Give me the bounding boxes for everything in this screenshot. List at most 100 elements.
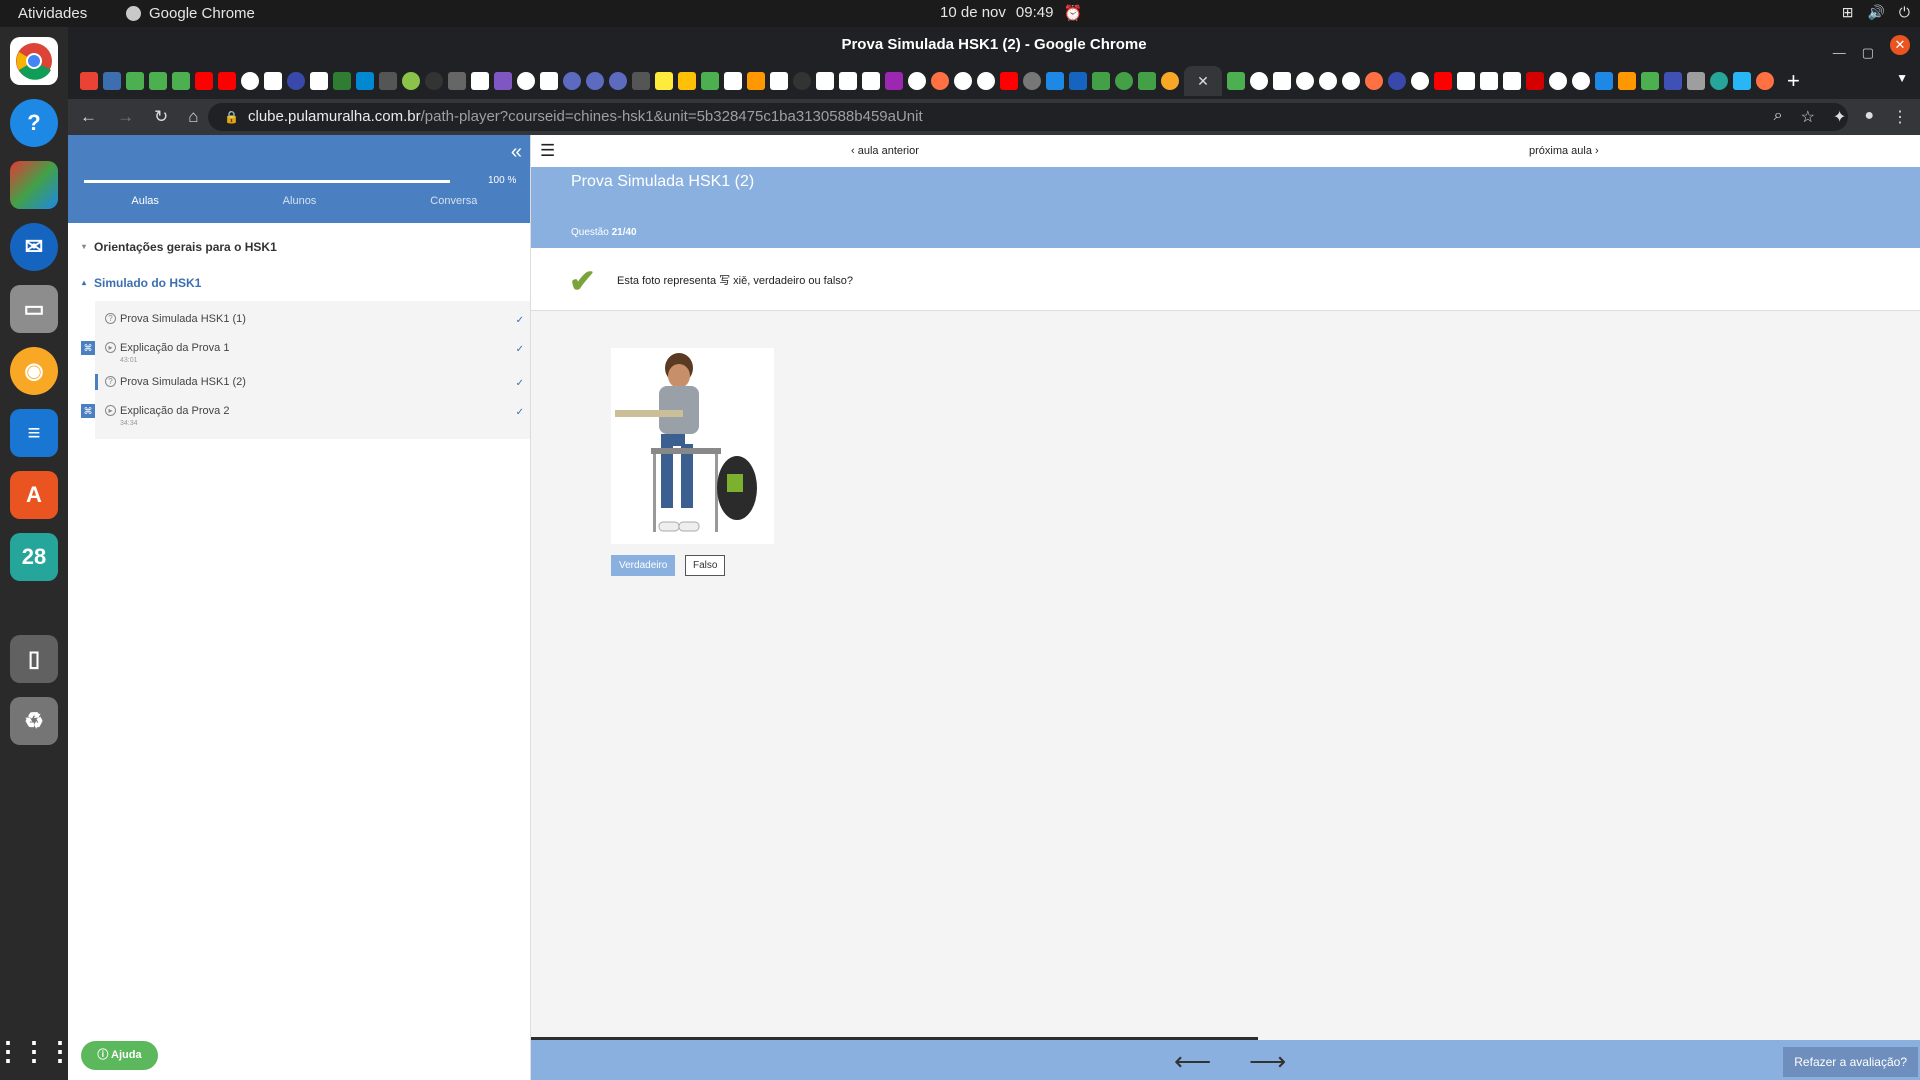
help-dock-icon[interactable]: ? <box>10 99 58 147</box>
tab-conversa[interactable]: Conversa <box>377 185 531 235</box>
forward-button[interactable]: → <box>117 107 134 127</box>
tab-favicon[interactable] <box>931 72 949 90</box>
files-dock-icon[interactable]: ▭ <box>10 285 58 333</box>
help-button[interactable]: ⓘ Ajuda <box>81 1041 158 1070</box>
rhythmbox-dock-icon[interactable]: ◉ <box>10 347 58 395</box>
calendar-dock-icon[interactable]: 28 <box>10 533 58 581</box>
tab-favicon[interactable] <box>724 72 742 90</box>
tab-favicon[interactable] <box>379 72 397 90</box>
tab-favicon[interactable] <box>80 72 98 90</box>
close-window-button[interactable]: ✕ <box>1890 35 1910 55</box>
tab-favicon[interactable] <box>1319 72 1337 90</box>
previous-lesson-link[interactable]: ‹ aula anterior <box>851 145 919 157</box>
tab-favicon[interactable] <box>1411 72 1429 90</box>
tab-favicon[interactable] <box>402 72 420 90</box>
tab-favicon[interactable] <box>1388 72 1406 90</box>
tab-favicon[interactable] <box>586 72 604 90</box>
tab-favicon[interactable] <box>609 72 627 90</box>
tab-favicon[interactable] <box>1250 72 1268 90</box>
tab-favicon[interactable] <box>770 72 788 90</box>
tab-favicon[interactable] <box>195 72 213 90</box>
previous-question-arrow[interactable]: ⟵ <box>1174 1046 1211 1077</box>
lesson-item[interactable]: ? Prova Simulada HSK1 (1) ✓ <box>95 307 530 336</box>
tab-favicon[interactable] <box>1549 72 1567 90</box>
tab-favicon[interactable] <box>701 72 719 90</box>
tab-favicon[interactable] <box>287 72 305 90</box>
attachment-icon[interactable]: ⌘ <box>81 341 95 355</box>
lesson-item-active[interactable]: ? Prova Simulada HSK1 (2) ✓ <box>95 370 530 399</box>
chrome-menu-icon[interactable]: ⋮ <box>1892 107 1908 127</box>
thunderbird-dock-icon[interactable]: ✉ <box>10 223 58 271</box>
tab-favicon[interactable] <box>1046 72 1064 90</box>
chrome-dock-icon[interactable] <box>10 37 58 85</box>
tab-favicon[interactable] <box>1595 72 1613 90</box>
tab-favicon[interactable] <box>1526 72 1544 90</box>
tab-favicon[interactable] <box>1161 72 1179 90</box>
answer-true-button[interactable]: Verdadeiro <box>611 555 676 576</box>
tab-aulas[interactable]: Aulas <box>68 185 222 235</box>
url-field[interactable]: 🔒 clube.pulamuralha.com.br/path-player?c… <box>208 103 1848 131</box>
tab-favicon[interactable] <box>1342 72 1360 90</box>
tab-favicon[interactable] <box>1641 72 1659 90</box>
tab-favicon[interactable] <box>563 72 581 90</box>
tab-favicon[interactable] <box>1365 72 1383 90</box>
tab-favicon[interactable] <box>310 72 328 90</box>
tab-favicon[interactable] <box>1273 72 1291 90</box>
tab-favicon[interactable] <box>1710 72 1728 90</box>
collapse-sidebar-icon[interactable]: « <box>511 141 522 164</box>
section-simulado[interactable]: Simulado do HSK1 <box>68 265 530 301</box>
tab-favicon[interactable] <box>1503 72 1521 90</box>
tab-favicon[interactable] <box>793 72 811 90</box>
tab-favicon[interactable] <box>862 72 880 90</box>
activities-button[interactable]: Atividades <box>18 5 87 22</box>
tab-favicon[interactable] <box>1664 72 1682 90</box>
bookmark-star-icon[interactable]: ☆ <box>1801 107 1815 127</box>
tab-favicon[interactable] <box>1756 72 1774 90</box>
profile-avatar[interactable]: ● <box>1864 107 1874 127</box>
tab-favicon[interactable] <box>218 72 236 90</box>
tab-favicon[interactable] <box>494 72 512 90</box>
tab-favicon[interactable] <box>126 72 144 90</box>
writer-dock-icon[interactable]: ≡ <box>10 409 58 457</box>
tab-favicon[interactable] <box>1227 72 1245 90</box>
tab-favicon[interactable] <box>517 72 535 90</box>
app-menu[interactable]: Google Chrome <box>126 5 255 22</box>
tab-favicon[interactable] <box>264 72 282 90</box>
tab-favicon[interactable] <box>1092 72 1110 90</box>
section-orientacoes[interactable]: Orientações gerais para o HSK1 <box>68 229 530 265</box>
app-grid-icon[interactable]: ⋮⋮⋮ <box>0 1027 73 1075</box>
tab-favicon[interactable] <box>1138 72 1156 90</box>
tab-favicon[interactable] <box>1618 72 1636 90</box>
tab-favicon[interactable] <box>1023 72 1041 90</box>
tab-favicon[interactable] <box>839 72 857 90</box>
tab-favicon[interactable] <box>1069 72 1087 90</box>
tab-favicon[interactable] <box>1480 72 1498 90</box>
tab-favicon[interactable] <box>1733 72 1751 90</box>
tab-search-button[interactable]: ▼ <box>1896 71 1908 85</box>
zoom-icon[interactable]: ⌕ <box>1774 107 1783 127</box>
tab-favicon[interactable] <box>655 72 673 90</box>
tab-favicon[interactable] <box>1572 72 1590 90</box>
tab-favicon[interactable] <box>540 72 558 90</box>
tab-favicon[interactable] <box>425 72 443 90</box>
tab-favicon[interactable] <box>678 72 696 90</box>
tab-favicon[interactable] <box>1687 72 1705 90</box>
answer-false-button[interactable]: Falso <box>685 555 726 576</box>
tab-favicon[interactable] <box>1434 72 1452 90</box>
tab-favicon[interactable] <box>471 72 489 90</box>
retake-quiz-button[interactable]: Refazer a avaliação? <box>1783 1047 1918 1077</box>
tab-favicon[interactable] <box>356 72 374 90</box>
tab-favicon[interactable] <box>747 72 765 90</box>
tab-favicon[interactable] <box>1000 72 1018 90</box>
tab-favicon[interactable] <box>1296 72 1314 90</box>
tab-favicon[interactable] <box>241 72 259 90</box>
system-tray[interactable]: ⊞ 🔊 ⏻ <box>1842 4 1910 21</box>
new-tab-button[interactable]: + <box>1787 68 1800 94</box>
tab-favicon[interactable] <box>448 72 466 90</box>
back-button[interactable]: ← <box>80 107 97 127</box>
tab-favicon[interactable] <box>885 72 903 90</box>
lesson-item[interactable]: ⌘ ▸ Explicação da Prova 1 43:01 ✓ <box>81 336 530 370</box>
tab-favicon[interactable] <box>172 72 190 90</box>
clock[interactable]: 10 de nov 09:49 ⏰ <box>940 4 1082 22</box>
tab-favicon[interactable] <box>333 72 351 90</box>
